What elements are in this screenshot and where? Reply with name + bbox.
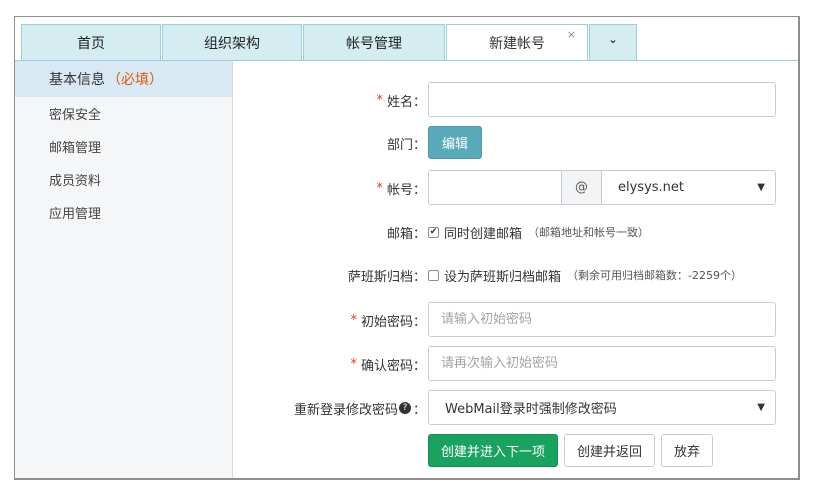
confirm-password-input[interactable] xyxy=(428,346,776,381)
chevron-down-icon: ⌄ xyxy=(608,33,618,46)
row-account: * 帐号： @ elysys.net ▼ xyxy=(233,170,798,206)
account-label: * 帐号： xyxy=(376,180,426,198)
create-mailbox-checkbox[interactable]: ✔ xyxy=(428,226,439,238)
required-star: * xyxy=(376,180,383,196)
domain-value: elysys.net xyxy=(618,180,685,195)
archive-label: 萨班斯归档： xyxy=(347,269,426,285)
create-mailbox-label[interactable]: 同时创建邮箱 xyxy=(444,223,522,242)
relogin-value: WebMail登录时强制修改密码 xyxy=(445,402,617,417)
row-archive: 萨班斯归档： 设为萨班斯归档邮箱 （剩余可用归档邮箱数：-2259个） xyxy=(233,257,798,293)
caret-down-icon: ▼ xyxy=(757,402,765,413)
account-input-group: @ elysys.net ▼ xyxy=(428,170,776,205)
password-input[interactable] xyxy=(428,302,776,337)
tab-new-account[interactable]: 新建帐号 × xyxy=(446,24,588,61)
archive-hint: （剩余可用归档邮箱数：-2259个） xyxy=(567,269,742,282)
password-label: * 初始密码： xyxy=(350,312,426,330)
create-and-return-button[interactable]: 创建并返回 xyxy=(564,434,656,467)
tab-bar: 首页 组织架构 帐号管理 新建帐号 × ⌄ xyxy=(15,17,798,61)
sidebar-item-label: 成员资料 xyxy=(49,174,102,189)
row-relogin: 重新登录修改密码 ? ： WebMail登录时强制修改密码 ▼ xyxy=(233,390,798,426)
archive-mailbox-checkbox[interactable] xyxy=(428,269,439,281)
mailbox-label: 邮箱： xyxy=(386,226,426,242)
create-and-next-button[interactable]: 创建并进入下一项 xyxy=(428,434,559,467)
required-star: * xyxy=(350,312,357,328)
sidebar-item-member-profile[interactable]: 成员资料 xyxy=(15,163,232,196)
tab-home[interactable]: 首页 xyxy=(21,24,161,61)
relogin-select[interactable]: WebMail登录时强制修改密码 ▼ xyxy=(428,390,776,425)
tab-account-management[interactable]: 帐号管理 xyxy=(303,24,445,61)
sidebar-item-label: 密保安全 xyxy=(49,108,102,123)
confirm-password-label: * 确认密码： xyxy=(350,356,426,374)
tab-home-label: 首页 xyxy=(77,35,105,52)
required-star: * xyxy=(350,356,357,372)
tab-org-structure[interactable]: 组织架构 xyxy=(162,24,302,61)
sidebar-item-mailbox[interactable]: 邮箱管理 xyxy=(15,130,232,163)
sidebar-item-label: 基本信息 xyxy=(49,72,105,88)
close-icon[interactable]: × xyxy=(567,29,576,40)
at-sign: @ xyxy=(562,170,601,205)
sidebar-item-app-management[interactable]: 应用管理 xyxy=(15,196,232,229)
sidebar-item-basic-info[interactable]: 基本信息 （必填） xyxy=(15,61,232,97)
tab-dropdown-button[interactable]: ⌄ xyxy=(589,24,637,61)
required-tag: （必填） xyxy=(107,72,163,88)
caret-down-icon: ▼ xyxy=(757,182,765,193)
row-password: * 初始密码： xyxy=(233,302,798,338)
row-actions: 创建并进入下一项 创建并返回 放弃 xyxy=(233,434,798,470)
sidebar-item-label: 应用管理 xyxy=(49,207,102,222)
account-input[interactable] xyxy=(428,170,562,205)
required-star: * xyxy=(376,92,383,108)
app-frame: 首页 组织架构 帐号管理 新建帐号 × ⌄ 基本信息 （必填） 密保安全 邮箱管… xyxy=(14,16,800,480)
help-icon[interactable]: ? xyxy=(398,402,411,414)
sidebar: 基本信息 （必填） 密保安全 邮箱管理 成员资料 应用管理 xyxy=(15,61,233,478)
relogin-label: 重新登录修改密码 ? ： xyxy=(293,402,426,418)
sidebar-item-label: 邮箱管理 xyxy=(49,141,102,156)
name-label: * 姓名： xyxy=(376,92,426,110)
department-label: 部门： xyxy=(386,137,426,153)
row-mailbox: 邮箱： ✔ 同时创建邮箱 （邮箱地址和帐号一致） xyxy=(233,214,798,250)
edit-department-button[interactable]: 编辑 xyxy=(428,126,483,159)
row-confirm-password: * 确认密码： xyxy=(233,346,798,382)
row-department: 部门： 编辑 xyxy=(233,125,798,161)
tab-org-structure-label: 组织架构 xyxy=(204,35,260,52)
discard-button[interactable]: 放弃 xyxy=(661,434,714,467)
sidebar-item-security[interactable]: 密保安全 xyxy=(15,97,232,130)
row-name: * 姓名： xyxy=(233,82,798,118)
tab-new-account-label: 新建帐号 xyxy=(489,35,545,52)
archive-mailbox-label[interactable]: 设为萨班斯归档邮箱 xyxy=(444,266,561,285)
domain-select[interactable]: elysys.net ▼ xyxy=(601,170,776,205)
mailbox-hint: （邮箱地址和帐号一致） xyxy=(528,226,650,239)
name-input[interactable] xyxy=(428,82,776,117)
tab-account-management-label: 帐号管理 xyxy=(346,35,402,52)
